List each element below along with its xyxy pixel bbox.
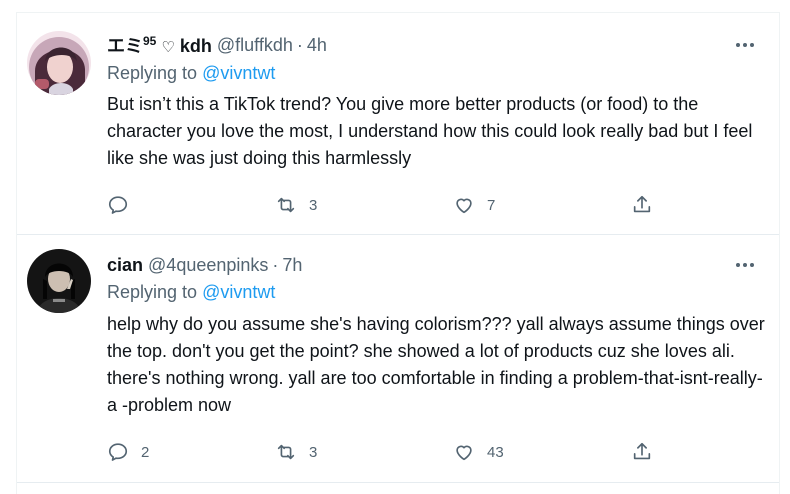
share-button[interactable]: [631, 438, 653, 466]
avatar[interactable]: [27, 249, 91, 313]
timestamp[interactable]: 4h: [307, 35, 327, 56]
retweet-button[interactable]: 3: [275, 438, 317, 466]
tweet[interactable]: cian @4queenpinks · 7h Replying to @vivn…: [17, 235, 779, 483]
replying-to-mention[interactable]: @vivntwt: [202, 282, 275, 302]
reply-icon: [108, 196, 128, 214]
tweet-header: エミ95 ♡ kdh @fluffkdh · 4h: [107, 33, 327, 57]
retweet-count: 3: [309, 443, 318, 461]
reply-icon: [108, 443, 128, 461]
avatar-image: [27, 249, 91, 313]
replying-to: Replying to @vivntwt: [107, 63, 275, 84]
display-name-superscript: 95: [143, 34, 157, 48]
user-handle[interactable]: @fluffkdh: [217, 35, 293, 56]
replying-to: Replying to @vivntwt: [107, 282, 275, 303]
share-icon: [633, 442, 651, 460]
more-horizontal-icon[interactable]: [733, 35, 757, 55]
separator-dot: ·: [272, 254, 279, 275]
like-button[interactable]: 43: [453, 438, 504, 466]
reply-button[interactable]: [107, 191, 141, 219]
tweet-actions: 3 7: [107, 191, 667, 219]
replying-to-mention[interactable]: @vivntwt: [202, 63, 275, 83]
avatar-image: [27, 31, 91, 95]
timestamp[interactable]: 7h: [282, 255, 302, 276]
user-handle[interactable]: @4queenpinks: [148, 255, 268, 276]
like-count: 43: [487, 443, 504, 461]
tweet-actions: 2 3 43: [107, 438, 667, 466]
display-name[interactable]: エミ95 ♡ kdh: [107, 32, 212, 58]
retweet-icon: [277, 197, 295, 213]
display-name-text: エミ: [107, 36, 143, 56]
tweet[interactable]: エミ95 ♡ kdh @fluffkdh · 4h Replying to @v…: [17, 13, 779, 235]
separator-dot: ·: [296, 34, 303, 55]
tweet-text: help why do you assume she's having colo…: [107, 314, 765, 415]
display-name-suffix: kdh: [179, 36, 212, 56]
replying-to-label: Replying to: [107, 282, 198, 302]
like-button[interactable]: 7: [453, 191, 495, 219]
retweet-count: 3: [309, 196, 318, 214]
display-name[interactable]: cian: [107, 255, 143, 276]
avatar[interactable]: [27, 31, 91, 95]
heart-emoji: ♡: [161, 39, 175, 56]
tweet-header: cian @4queenpinks · 7h: [107, 253, 302, 277]
replying-to-label: Replying to: [107, 63, 198, 83]
retweet-icon: [277, 444, 295, 460]
tweet-text: But isn’t this a TikTok trend? You give …: [107, 94, 753, 168]
retweet-button[interactable]: 3: [275, 191, 317, 219]
reply-feed: エミ95 ♡ kdh @fluffkdh · 4h Replying to @v…: [16, 12, 780, 494]
like-icon: [456, 445, 472, 461]
like-count: 7: [487, 196, 496, 214]
reply-count: 2: [141, 443, 150, 461]
more-horizontal-icon[interactable]: [733, 255, 757, 275]
share-icon: [633, 195, 651, 213]
like-icon: [456, 198, 472, 214]
page-top-strip: [0, 0, 790, 12]
share-button[interactable]: [631, 191, 653, 219]
reply-button[interactable]: 2: [107, 438, 149, 466]
